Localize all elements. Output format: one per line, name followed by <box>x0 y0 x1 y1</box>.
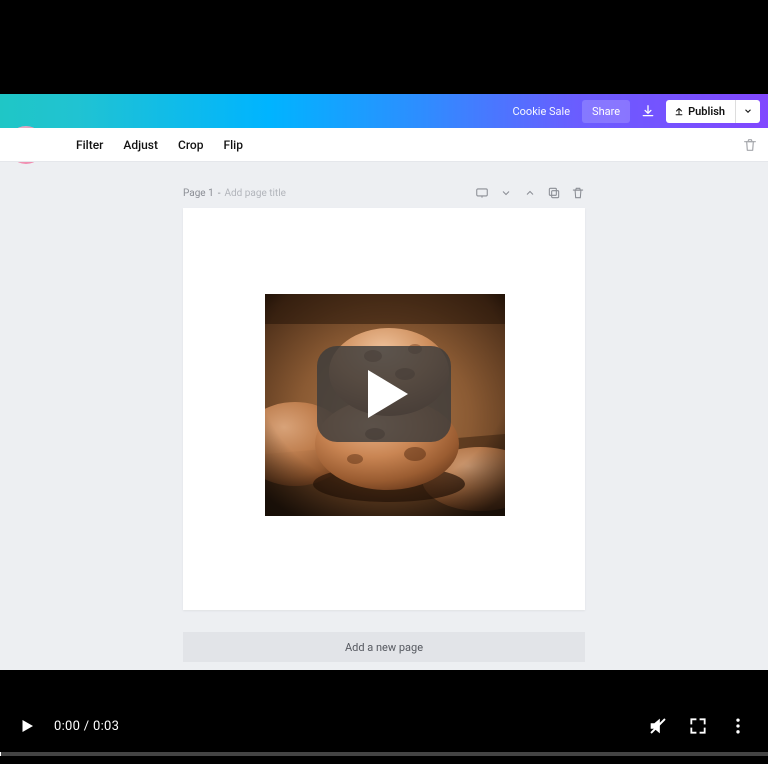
chevron-down-icon <box>500 187 512 199</box>
more-vertical-icon <box>728 716 748 736</box>
toolbar-right <box>742 137 758 153</box>
volume-muted-icon <box>647 715 669 737</box>
app-header: Cookie Sale Share Publish <box>0 94 768 128</box>
move-down-button[interactable] <box>499 186 513 200</box>
letterbox-top <box>0 0 768 94</box>
publish-dropdown[interactable] <box>735 100 760 123</box>
page-header: Page 1 - Add page title <box>183 182 585 204</box>
notes-button[interactable] <box>475 186 489 200</box>
move-up-button[interactable] <box>523 186 537 200</box>
video-player-frame: Cookie Sale Share Publish Effects Filter <box>0 0 768 764</box>
delete-page-button[interactable] <box>571 186 585 200</box>
canva-app: Cookie Sale Share Publish Effects Filter <box>0 94 768 670</box>
time-separator: / <box>80 719 93 734</box>
design-page[interactable] <box>183 208 585 610</box>
copy-icon <box>547 186 561 200</box>
crop-button[interactable]: Crop <box>178 138 203 152</box>
page-title-separator: - <box>218 188 221 199</box>
publish-group: Publish <box>666 100 760 123</box>
add-page-button[interactable]: Add a new page <box>183 632 585 662</box>
filter-button[interactable]: Filter <box>76 138 103 152</box>
progress-bar[interactable] <box>0 752 768 756</box>
trash-icon <box>571 186 585 200</box>
current-time: 0:00 <box>54 719 80 734</box>
video-controls: 0:00 / 0:03 <box>0 692 768 764</box>
download-icon <box>641 104 655 118</box>
play-button[interactable] <box>18 716 38 736</box>
adjust-button[interactable]: Adjust <box>123 138 158 152</box>
canvas-area: Page 1 - Add page title <box>0 162 768 670</box>
cookie-image[interactable] <box>265 294 505 516</box>
delete-button[interactable] <box>742 137 758 153</box>
presentation-icon <box>475 186 489 200</box>
chevron-down-icon <box>743 106 753 116</box>
fullscreen-icon <box>688 716 708 736</box>
fullscreen-button[interactable] <box>686 714 710 738</box>
chevron-up-icon <box>524 187 536 199</box>
page-title-group[interactable]: Page 1 - Add page title <box>183 188 286 199</box>
cookie-photo-illustration <box>265 294 505 516</box>
mute-button[interactable] <box>646 714 670 738</box>
play-icon <box>18 717 36 735</box>
page-title-placeholder: Add page title <box>224 188 285 199</box>
page-number: Page 1 <box>183 188 214 199</box>
add-page-label: Add a new page <box>345 641 423 654</box>
more-options-button[interactable] <box>726 714 750 738</box>
publish-label: Publish <box>688 105 725 118</box>
letterbox-bottom: 0:00 / 0:03 <box>0 670 768 764</box>
duplicate-page-button[interactable] <box>547 186 561 200</box>
time-display: 0:00 / 0:03 <box>54 719 119 734</box>
publish-button[interactable]: Publish <box>666 100 735 123</box>
page-actions <box>475 186 585 200</box>
trash-icon <box>742 137 758 153</box>
download-button[interactable] <box>636 99 660 123</box>
image-toolbar: Filter Adjust Crop Flip <box>0 128 768 162</box>
duration: 0:03 <box>93 719 119 734</box>
share-button[interactable]: Share <box>582 100 630 123</box>
project-name[interactable]: Cookie Sale <box>507 105 577 118</box>
publish-icon <box>674 106 684 116</box>
flip-button[interactable]: Flip <box>223 138 242 152</box>
